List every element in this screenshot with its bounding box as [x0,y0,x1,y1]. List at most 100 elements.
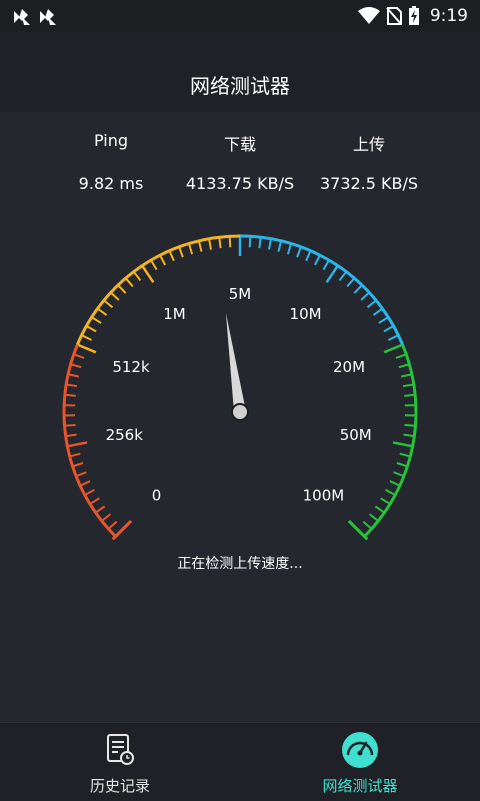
gauge-minor-tick [386,490,396,495]
gauge-minor-tick [401,374,412,376]
gauge-minor-tick [394,472,404,476]
gauge-scale-label: 20M [333,358,365,376]
nav-tab-network-tester[interactable]: 网络测试器 [240,723,480,801]
speed-gauge: 0256k512k1M5M10M20M50M100M [0,220,480,610]
gauge-minor-tick [259,237,260,248]
gauge-minor-tick [66,435,77,437]
gauge-minor-tick [279,241,282,252]
gauge-arc-segment [77,236,240,345]
gauge-minor-tick [70,454,81,457]
gauge-minor-tick [381,498,390,504]
gauge-minor-tick [379,317,388,323]
status-bar: 9:19 [0,0,480,32]
gauge-minor-tick [96,506,105,512]
gauge-scale-label: 10M [290,305,322,323]
gauge-minor-tick [92,317,101,323]
gauge-minor-tick [370,514,379,521]
gauge-minor-tick [80,481,90,486]
gauge-minor-tick [65,395,76,396]
gauge-scale-label: 0 [152,486,162,504]
gauge-major-tick [393,442,413,446]
gauge-minor-tick [397,463,407,466]
gauge-scale-label: 512k [112,358,150,376]
gauge-minor-tick [403,384,414,386]
gauge-minor-tick [368,300,377,307]
gauge-minor-tick [86,326,96,331]
gauge-minor-tick [384,326,394,331]
gauge-minor-tick [403,435,414,437]
gauge-minor-tick [363,522,371,529]
app-header: 网络测试器 [0,32,480,112]
gauge-minor-tick [230,236,231,247]
gauge-minor-tick [85,490,95,495]
gauge-minor-tick [108,522,116,529]
gauge-scale-label: 256k [106,426,144,444]
gauge-minor-tick [76,472,86,476]
gauge-major-tick [384,345,402,353]
gauge-minor-tick [169,251,173,261]
gauge-minor-tick [404,395,415,396]
gauge-minor-tick [323,260,329,269]
clock: 9:19 [430,6,468,26]
gauge-minor-tick [399,364,410,367]
gauge-minor-tick [396,354,406,358]
gauge-minor-tick [390,481,400,486]
history-document-icon [101,731,139,769]
gauge-minor-tick [118,285,126,293]
gauge-minor-tick [400,454,411,457]
nav-label-network-tester: 网络测试器 [240,775,480,796]
gauge-minor-tick [82,335,92,340]
gauge-scale-label: 1M [163,305,186,323]
gauge-minor-tick [179,247,183,257]
gauge-minor-tick [373,309,382,315]
nav-label-history: 历史记录 [0,775,240,796]
needle-hub [232,404,248,420]
bottom-navigation: 历史记录 网络测试器 [0,722,480,801]
battery-charging-icon [408,6,420,26]
gauge-arc-segment [364,345,416,537]
gauge-minor-tick [199,241,202,252]
app-notification-icon [40,9,56,25]
system-icons: 9:19 [358,6,468,26]
gauge-minor-tick [375,506,384,512]
gauge-minor-tick [160,255,165,265]
gauge-minor-tick [90,498,99,504]
gauge-minor-tick [315,255,320,265]
speedometer-icon [341,731,379,769]
gauge-minor-tick [73,463,83,466]
gauge-minor-tick [65,425,76,426]
gauge-major-tick [142,266,153,283]
gauge-minor-tick [219,237,220,248]
gauge-needle [226,313,248,420]
gauge-minor-tick [98,309,107,315]
gauge-minor-tick [74,354,84,358]
gauge-scale-label: 5M [229,285,252,303]
page-title: 网络测试器 [0,70,480,99]
gauge-minor-tick [361,293,369,300]
upload-value: 3732.5 KB/S [289,174,449,193]
gauge-major-tick [327,266,338,283]
notification-icons [12,7,72,31]
app-notification-icon [14,9,30,25]
upload-label: 上传 [289,131,449,155]
gauge-minor-tick [288,244,291,255]
gauge-minor-tick [354,285,362,293]
gauge-minor-tick [347,278,354,286]
gauge-minor-tick [209,239,211,250]
gauge-minor-tick [66,384,77,386]
no-sim-icon [386,7,402,25]
gauge-major-tick [67,442,87,446]
gauge-minor-tick [250,236,251,247]
gauge-major-tick [77,345,95,353]
gauge-minor-tick [306,251,310,261]
gauge-scale-label: 50M [340,426,372,444]
gauge-minor-tick [126,278,133,286]
gauge-arc-segment [240,236,403,345]
nav-tab-history[interactable]: 历史记录 [0,723,240,801]
needle-pointer [226,313,246,413]
gauge-minor-tick [68,374,79,376]
gauge-minor-tick [104,300,113,307]
gauge-minor-tick [388,335,398,340]
gauge-minor-tick [71,364,82,367]
gauge-minor-tick [404,425,415,426]
